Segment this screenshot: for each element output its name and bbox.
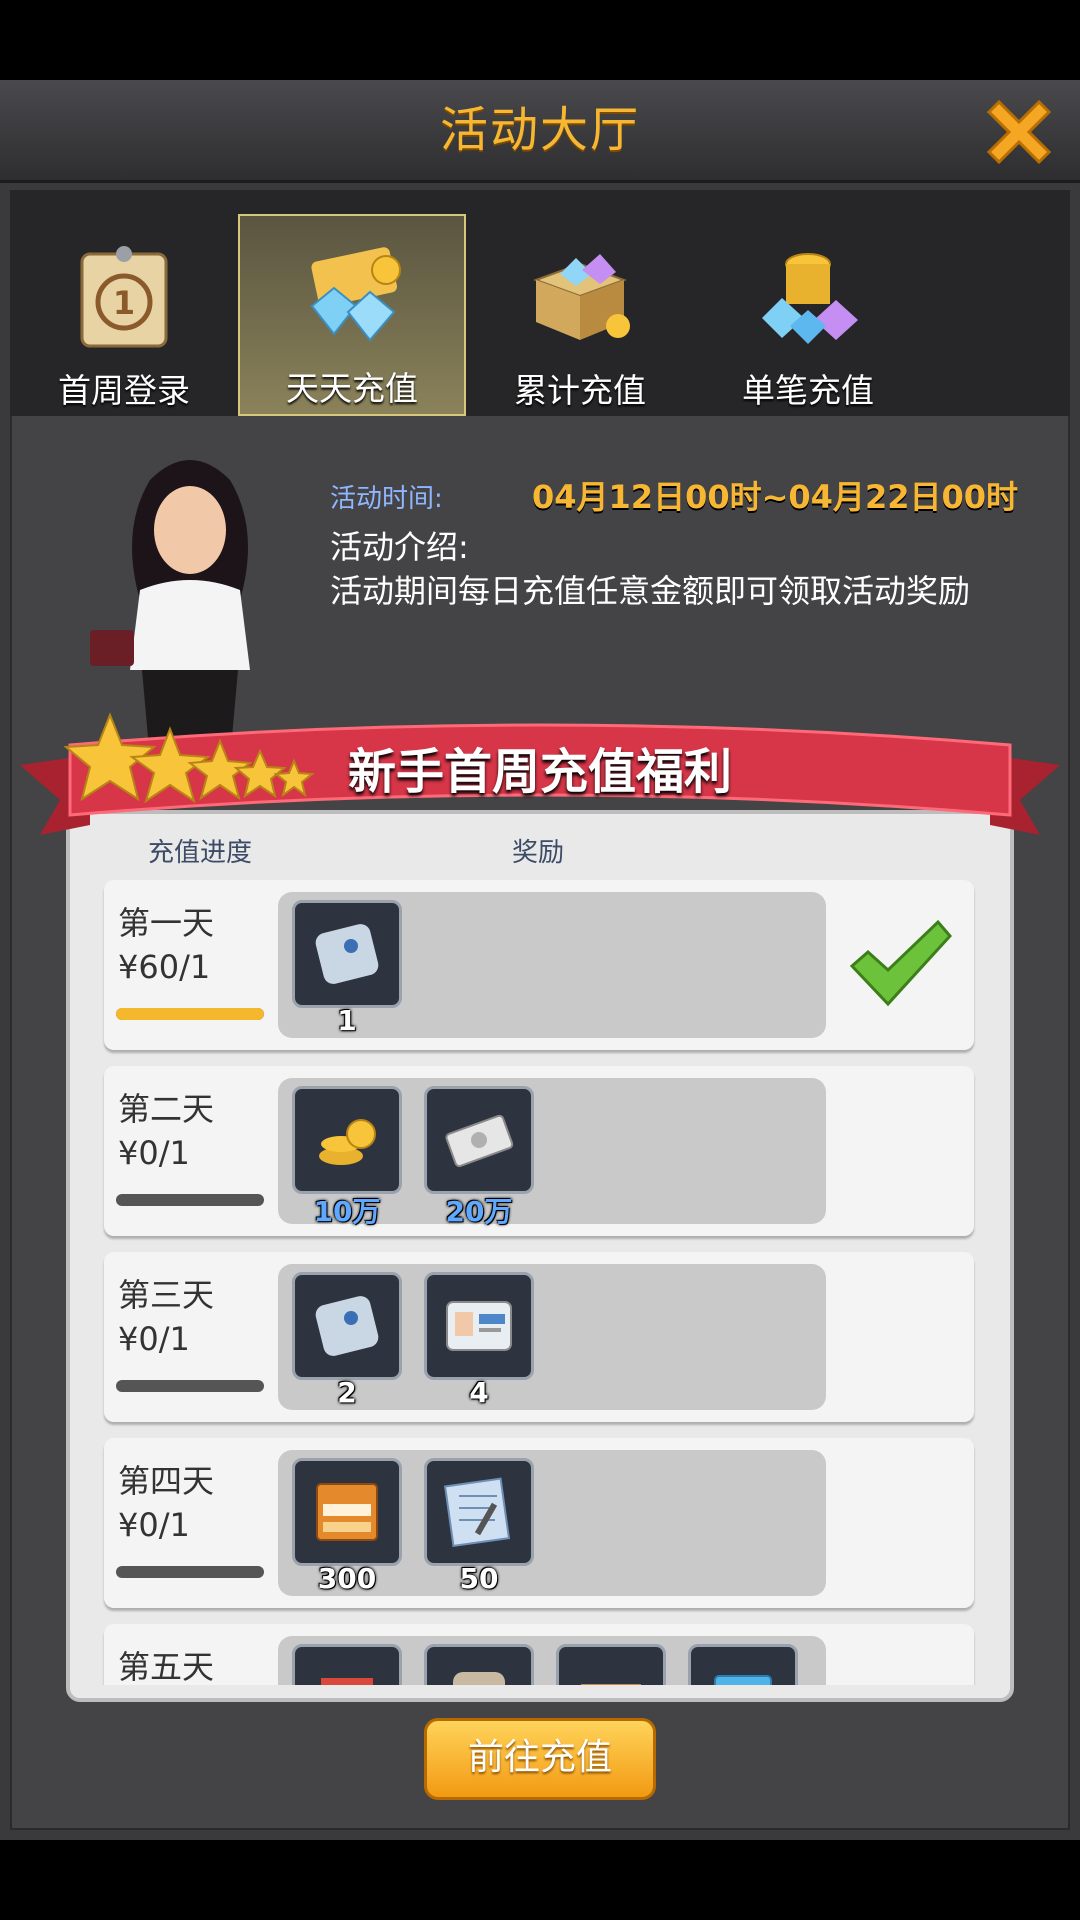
reward-slot-area: 2 4 <box>278 1264 826 1410</box>
row-amount: ¥0/1 <box>118 1320 190 1358</box>
reward-item[interactable] <box>292 1272 402 1380</box>
reward-row-day2: 第二天 ¥0/1 10万 20万 <box>104 1066 974 1236</box>
treasure-box-icon <box>533 254 630 340</box>
reward-row-day1: 第一天 ¥60/1 1 <box>104 880 974 1050</box>
row-day-label: 第三天 <box>118 1276 215 1314</box>
column-progress-header: 充值进度 <box>148 838 253 868</box>
window-title: 活动大厅 <box>439 102 640 158</box>
activity-time-label: 活动时间: <box>330 484 443 514</box>
progress-bar <box>116 1380 264 1392</box>
diamonds-coins-icon <box>310 247 401 342</box>
reward-item[interactable] <box>688 1644 798 1685</box>
close-button[interactable] <box>975 88 1063 176</box>
calendar-icon: 1 <box>80 246 168 348</box>
reward-item[interactable] <box>292 1644 402 1685</box>
close-icon <box>986 99 1052 165</box>
row-amount: ¥0/1 <box>118 1506 190 1544</box>
brick-icon <box>321 1678 373 1685</box>
movie-ticket-icon <box>316 1483 378 1541</box>
wood-plank-icon <box>581 1684 641 1685</box>
row-day-label: 第五天 <box>118 1648 215 1685</box>
cement-bag-icon <box>453 1672 505 1685</box>
reward-quantity: 1 <box>337 1004 357 1037</box>
reward-quantity: 2 <box>337 1376 357 1409</box>
row-amount: ¥0/1 <box>118 1134 190 1172</box>
column-reward-header: 奖励 <box>512 838 565 868</box>
scroll-icon <box>315 924 379 984</box>
reward-item[interactable] <box>424 1458 534 1566</box>
reward-slot-area: 1 <box>278 892 826 1038</box>
reward-slot-area: 300 50 <box>278 1450 826 1596</box>
go-recharge-button[interactable]: 前往充值 <box>424 1718 656 1800</box>
reward-item[interactable] <box>424 1272 534 1380</box>
reward-quantity: 10万 <box>313 1195 381 1228</box>
reward-item[interactable] <box>292 1458 402 1566</box>
row-amount: ¥60/1 <box>118 948 211 986</box>
reward-row-day4: 第四天 ¥0/1 300 50 <box>104 1438 974 1608</box>
glass-icon <box>714 1675 772 1685</box>
progress-bar <box>116 1566 264 1578</box>
reward-quantity: 20万 <box>445 1195 513 1228</box>
tab-daily-recharge[interactable]: 天天充值 <box>238 214 466 416</box>
reward-row-day3: 第三天 ¥0/1 2 4 <box>104 1252 974 1422</box>
tab-label: 累计充值 <box>514 371 646 410</box>
reward-item[interactable] <box>556 1644 666 1685</box>
claimed-check-icon <box>849 919 953 1007</box>
reward-row-day5: 第五天 <box>104 1624 974 1685</box>
reward-slot-area <box>278 1636 826 1685</box>
title-bar: 活动大厅 <box>0 80 1080 183</box>
reward-list[interactable]: 第一天 ¥60/1 1 第二天 ¥0/1 10万 20万 第三天 ¥0/1 2 … <box>100 870 980 1685</box>
cash-stack-icon <box>445 1114 514 1168</box>
tab-single-recharge[interactable]: 单笔充值 <box>694 214 922 416</box>
reward-quantity: 4 <box>469 1376 489 1409</box>
tab-first-week-login[interactable]: 1 首周登录 <box>10 214 238 416</box>
scroll-icon <box>315 1296 379 1356</box>
activity-intro-label: 活动介绍: <box>330 528 469 566</box>
blueprint-icon <box>443 1477 511 1548</box>
reward-item[interactable] <box>292 900 402 1008</box>
tab-label: 单笔充值 <box>742 371 874 410</box>
row-day-label: 第四天 <box>118 1462 215 1500</box>
svg-text:1: 1 <box>113 284 135 322</box>
activity-intro-text: 活动期间每日充值任意金额即可领取活动奖励 <box>330 572 971 610</box>
row-day-label: 第二天 <box>118 1090 215 1128</box>
activity-time-value: 04月12日00时~04月22日00时 <box>532 478 1019 516</box>
progress-bar <box>116 1194 264 1206</box>
reward-quantity: 300 <box>317 1562 377 1595</box>
progress-fill <box>116 1008 264 1020</box>
gem-pile-icon <box>762 253 858 344</box>
reward-slot-area: 10万 20万 <box>278 1078 826 1228</box>
banner-title: 新手首周充值福利 <box>347 744 732 800</box>
id-card-icon <box>446 1301 512 1351</box>
gold-coins-icon <box>319 1119 376 1165</box>
reward-item[interactable] <box>424 1086 534 1194</box>
progress-bar <box>116 1008 264 1020</box>
tab-label: 天天充值 <box>286 369 418 408</box>
reward-item[interactable] <box>424 1644 534 1685</box>
tab-label: 首周登录 <box>58 371 190 410</box>
reward-quantity: 50 <box>459 1562 499 1595</box>
row-day-label: 第一天 <box>118 904 215 942</box>
tab-cumulative-recharge[interactable]: 累计充值 <box>466 214 694 416</box>
reward-item[interactable] <box>292 1086 402 1194</box>
